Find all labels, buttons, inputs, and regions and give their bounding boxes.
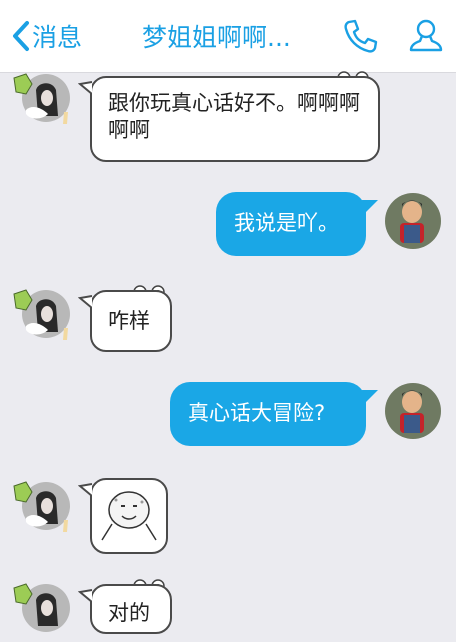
back-chevron-icon — [13, 21, 29, 51]
bubble-tail — [78, 81, 92, 95]
phone-icon — [344, 19, 378, 53]
message-text: 跟你玩真心话好不。啊啊啊啊啊 — [108, 91, 360, 142]
contact-avatar[interactable] — [12, 70, 70, 128]
bubble-tail — [362, 200, 378, 214]
back-button[interactable]: 消息 — [10, 14, 82, 58]
contact-avatar[interactable] — [12, 478, 70, 536]
message-text: 对的 — [108, 601, 150, 625]
contact-button[interactable] — [406, 16, 446, 56]
my-avatar[interactable] — [384, 192, 442, 250]
meme-face-sticker-icon — [101, 491, 157, 541]
bubble-tail — [78, 295, 92, 309]
outgoing-message-bubble[interactable]: 真心话大冒险? — [170, 382, 366, 446]
girl-avatar-icon — [13, 289, 70, 340]
incoming-message-bubble[interactable]: 跟你玩真心话好不。啊啊啊啊啊 — [90, 76, 380, 162]
bubble-tail — [362, 390, 378, 404]
bubble-tail — [78, 589, 92, 603]
chat-title[interactable]: 梦姐姐啊啊... — [142, 18, 322, 58]
contact-person-icon — [409, 19, 443, 52]
my-avatar[interactable] — [384, 382, 442, 440]
boy-avatar-icon — [385, 193, 441, 249]
girl-avatar-icon — [13, 73, 70, 124]
back-label: 消息 — [32, 23, 83, 52]
message-text: 咋样 — [108, 309, 150, 333]
message-text: 我说是吖。 — [234, 211, 339, 235]
chat-header: 消息 梦姐姐啊啊... — [0, 0, 456, 73]
boy-avatar-icon — [385, 383, 441, 439]
message-text: 真心话大冒险? — [188, 401, 326, 425]
incoming-message-bubble[interactable]: 对的 — [90, 584, 172, 634]
girl-avatar-icon — [13, 583, 70, 632]
girl-avatar-icon — [13, 481, 70, 532]
contact-avatar[interactable] — [12, 580, 70, 638]
incoming-sticker-bubble[interactable] — [90, 478, 168, 554]
call-button[interactable] — [340, 16, 380, 56]
outgoing-message-bubble[interactable]: 我说是吖。 — [216, 192, 366, 256]
contact-avatar[interactable] — [12, 286, 70, 344]
incoming-message-bubble[interactable]: 咋样 — [90, 290, 172, 352]
message-list[interactable]: 跟你玩真心话好不。啊啊啊啊啊 我说是吖。 咋样 真心话大冒险? 对的 — [0, 70, 456, 634]
bubble-tail — [78, 483, 92, 497]
